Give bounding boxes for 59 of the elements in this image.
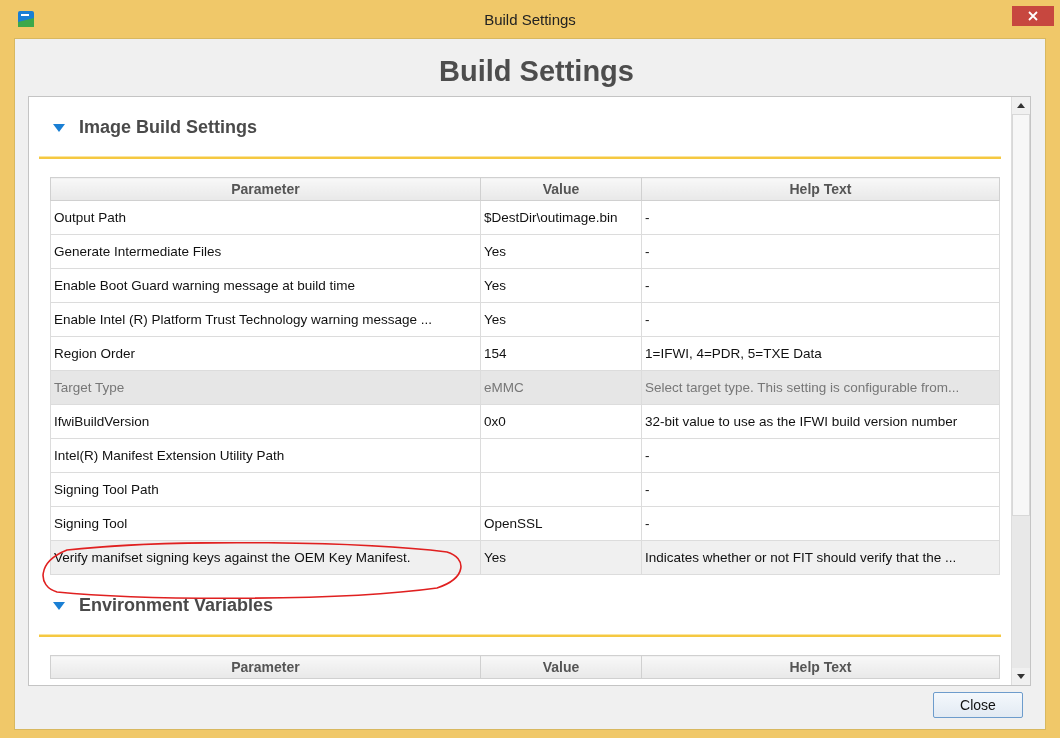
table-cell: 0x0: [484, 414, 506, 429]
table-row[interactable]: Signing Tool OpenSSL -: [50, 506, 1000, 541]
table-cell: Generate Intermediate Files: [54, 244, 222, 259]
table-cell: Signing Tool Path: [54, 482, 159, 497]
table-cell: 154: [484, 346, 507, 361]
table-row[interactable]: Enable Boot Guard warning message at build time Yes -: [50, 268, 1000, 303]
table-cell: IfwiBuildVersion: [54, 414, 150, 429]
table-row[interactable]: Generate Intermediate Files Yes -: [50, 234, 1000, 269]
dialog-heading: Build Settings: [438, 54, 635, 89]
expand-arrow-icon[interactable]: [53, 601, 65, 610]
table-cell: -: [645, 312, 650, 327]
table-cell: Target Type: [54, 380, 125, 395]
scrollbar[interactable]: [1011, 97, 1030, 685]
table-cell: Region Order: [54, 346, 136, 361]
table-cell: Yes: [484, 278, 507, 293]
table-cell: Output Path: [54, 210, 127, 225]
column-header[interactable]: Help Text: [641, 655, 1000, 679]
close-icon[interactable]: [1012, 6, 1054, 26]
column-header[interactable]: Value: [480, 655, 642, 679]
table-cell: Indicates whether or not FIT should verify that the ...: [645, 550, 957, 565]
column-header[interactable]: Value: [480, 177, 642, 201]
table-row[interactable]: IfwiBuildVersion 0x0 32-bit value to use as the IFWI build version number: [50, 404, 1000, 439]
table-cell: -: [645, 448, 650, 463]
table-cell: -: [645, 516, 650, 531]
table-cell: Select target type. This setting is configurable from...: [645, 380, 960, 395]
expand-arrow-icon[interactable]: [53, 123, 65, 132]
table-cell: Enable Intel (R) Platform Trust Technology warning message ...: [54, 312, 432, 327]
table-cell: -: [645, 278, 650, 293]
close-button[interactable]: Close: [933, 692, 1023, 718]
app-icon: [18, 11, 34, 27]
column-header[interactable]: Parameter: [50, 177, 481, 201]
section-title: Image Build Settings: [79, 117, 258, 138]
table-cell: Signing Tool: [54, 516, 128, 531]
table-row[interactable]: Enable Intel (R) Platform Trust Technology warning message ... Yes -: [50, 302, 1000, 337]
table-cell: -: [645, 244, 650, 259]
table-cell: Intel(R) Manifest Extension Utility Path: [54, 448, 285, 463]
table-row[interactable]: Verify manifset signing keys against the OEM Key Manifest. Yes Indicates whether or not FIT should verify that the ...: [50, 540, 1000, 575]
table-row[interactable]: Intel(R) Manifest Extension Utility Path -: [50, 438, 1000, 473]
table-row[interactable]: Region Order 154 1=IFWI, 4=PDR, 5=TXE Data: [50, 336, 1000, 371]
table-cell: Enable Boot Guard warning message at build time: [54, 278, 355, 293]
table-row[interactable]: Output Path $DestDir\outimage.bin -: [50, 200, 1000, 235]
table-cell: $DestDir\outimage.bin: [484, 210, 618, 225]
table-cell: -: [645, 210, 650, 225]
section-title: Environment Variables: [79, 595, 274, 616]
scroll-up-icon[interactable]: [1017, 103, 1025, 108]
scroll-down-icon[interactable]: [1017, 674, 1025, 679]
table-cell: 1=IFWI, 4=PDR, 5=TXE Data: [645, 346, 822, 361]
column-header[interactable]: Help Text: [641, 177, 1000, 201]
table-cell: Yes: [484, 244, 507, 259]
table-cell: 32-bit value to use as the IFWI build version number: [645, 414, 958, 429]
table-cell: -: [645, 482, 650, 497]
table-row[interactable]: Signing Tool Path -: [50, 472, 1000, 507]
table-cell: OpenSSL: [484, 516, 543, 531]
table-cell: Yes: [484, 550, 507, 565]
column-header[interactable]: Parameter: [50, 655, 481, 679]
table-cell: Verify manifset signing keys against the OEM Key Manifest.: [54, 550, 411, 565]
window-title: Build Settings: [484, 10, 576, 28]
table-cell: Yes: [484, 312, 507, 327]
table-cell: eMMC: [484, 380, 524, 395]
